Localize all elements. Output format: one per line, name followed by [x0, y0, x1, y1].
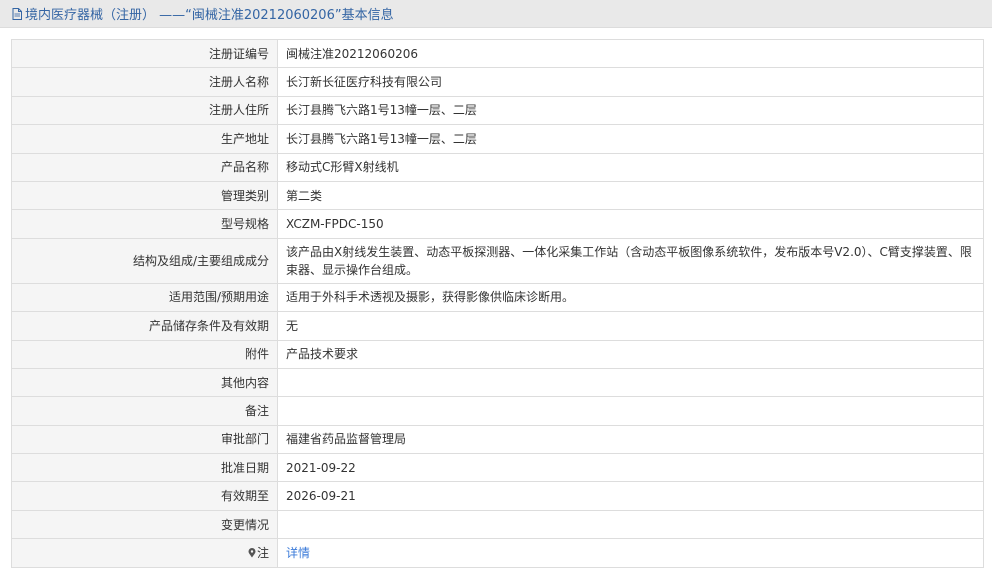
table-row: 其他内容 [11, 367, 984, 398]
table-row: 生产地址 长汀县腾飞六路1号13幢一层、二层 [11, 124, 984, 154]
table-row: 适用范围/预期用途 适用于外科手术透视及摄影，获得影像供临床诊断用。 [11, 282, 984, 313]
details-link[interactable]: 详情 [286, 546, 310, 560]
row-value: 福建省药品监督管理局 [277, 424, 984, 455]
row-label: 生产地址 [11, 124, 278, 154]
row-value: 该产品由X射线发生装置、动态平板探测器、一体化采集工作站（含动态平板图像系统软件… [277, 237, 984, 284]
table-row: 注册人住所 长汀县腾飞六路1号13幢一层、二层 [11, 95, 984, 126]
table-row: 附件 产品技术要求 [11, 339, 984, 369]
row-label: 型号规格 [11, 209, 278, 239]
row-label: 产品名称 [11, 152, 278, 182]
row-value: 长汀新长征医疗科技有限公司 [277, 67, 984, 97]
row-value: 无 [277, 311, 984, 341]
table-row: 产品储存条件及有效期 无 [11, 311, 984, 341]
table-row: 型号规格 XCZM-FPDC-150 [11, 209, 984, 239]
row-value [277, 509, 984, 540]
table-row: 结构及组成/主要组成成分 该产品由X射线发生装置、动态平板探测器、一体化采集工作… [11, 237, 984, 284]
row-value [277, 396, 984, 426]
row-value: 闽械注准20212060206 [277, 38, 984, 69]
table-row: 备注 [11, 396, 984, 426]
row-label: 有效期至 [11, 481, 278, 511]
row-value: 适用于外科手术透视及摄影，获得影像供临床诊断用。 [277, 282, 984, 313]
row-value [277, 367, 984, 398]
info-table: 注册证编号 闽械注准20212060206 注册人名称 长汀新长征医疗科技有限公… [11, 38, 984, 568]
table-row: 产品名称 移动式C形臂X射线机 [11, 152, 984, 182]
row-value: 2021-09-22 [277, 453, 984, 483]
row-label: 审批部门 [11, 424, 278, 455]
row-label: 其他内容 [11, 367, 278, 398]
table-row: 管理类别 第二类 [11, 180, 984, 211]
map-pin-icon [248, 547, 256, 558]
row-label: 适用范围/预期用途 [11, 282, 278, 313]
row-value: 长汀县腾飞六路1号13幢一层、二层 [277, 124, 984, 154]
note-label-cell: 注 [11, 538, 278, 568]
row-label: 结构及组成/主要组成成分 [11, 237, 278, 284]
row-value: XCZM-FPDC-150 [277, 209, 984, 239]
row-label: 管理类别 [11, 180, 278, 211]
row-value: 产品技术要求 [277, 339, 984, 369]
note-label: 注 [256, 545, 269, 560]
table-row: 审批部门 福建省药品监督管理局 [11, 424, 984, 455]
row-label: 变更情况 [11, 509, 278, 540]
row-label: 注册人住所 [11, 95, 278, 126]
table-row: 有效期至 2026-09-21 [11, 481, 984, 511]
note-row: 注 详情 [11, 538, 984, 568]
table-row: 变更情况 [11, 509, 984, 540]
row-label: 附件 [11, 339, 278, 369]
document-icon [12, 7, 22, 20]
row-label: 产品储存条件及有效期 [11, 311, 278, 341]
table-row: 注册证编号 闽械注准20212060206 [11, 38, 984, 69]
row-label: 注册证编号 [11, 38, 278, 69]
page-title: 境内医疗器械（注册） ——“闽械注准20212060206”基本信息 [25, 8, 394, 23]
note-value-cell: 详情 [277, 538, 984, 568]
row-value: 移动式C形臂X射线机 [277, 152, 984, 182]
row-label: 备注 [11, 396, 278, 426]
row-value: 长汀县腾飞六路1号13幢一层、二层 [277, 95, 984, 126]
row-label: 批准日期 [11, 453, 278, 483]
row-value: 2026-09-21 [277, 481, 984, 511]
info-table-container: 注册证编号 闽械注准20212060206 注册人名称 长汀新长征医疗科技有限公… [11, 38, 984, 568]
page-header: 境内医疗器械（注册） ——“闽械注准20212060206”基本信息 [0, 0, 992, 28]
table-row: 注册人名称 长汀新长征医疗科技有限公司 [11, 67, 984, 97]
table-row: 批准日期 2021-09-22 [11, 453, 984, 483]
row-label: 注册人名称 [11, 67, 278, 97]
row-value: 第二类 [277, 180, 984, 211]
